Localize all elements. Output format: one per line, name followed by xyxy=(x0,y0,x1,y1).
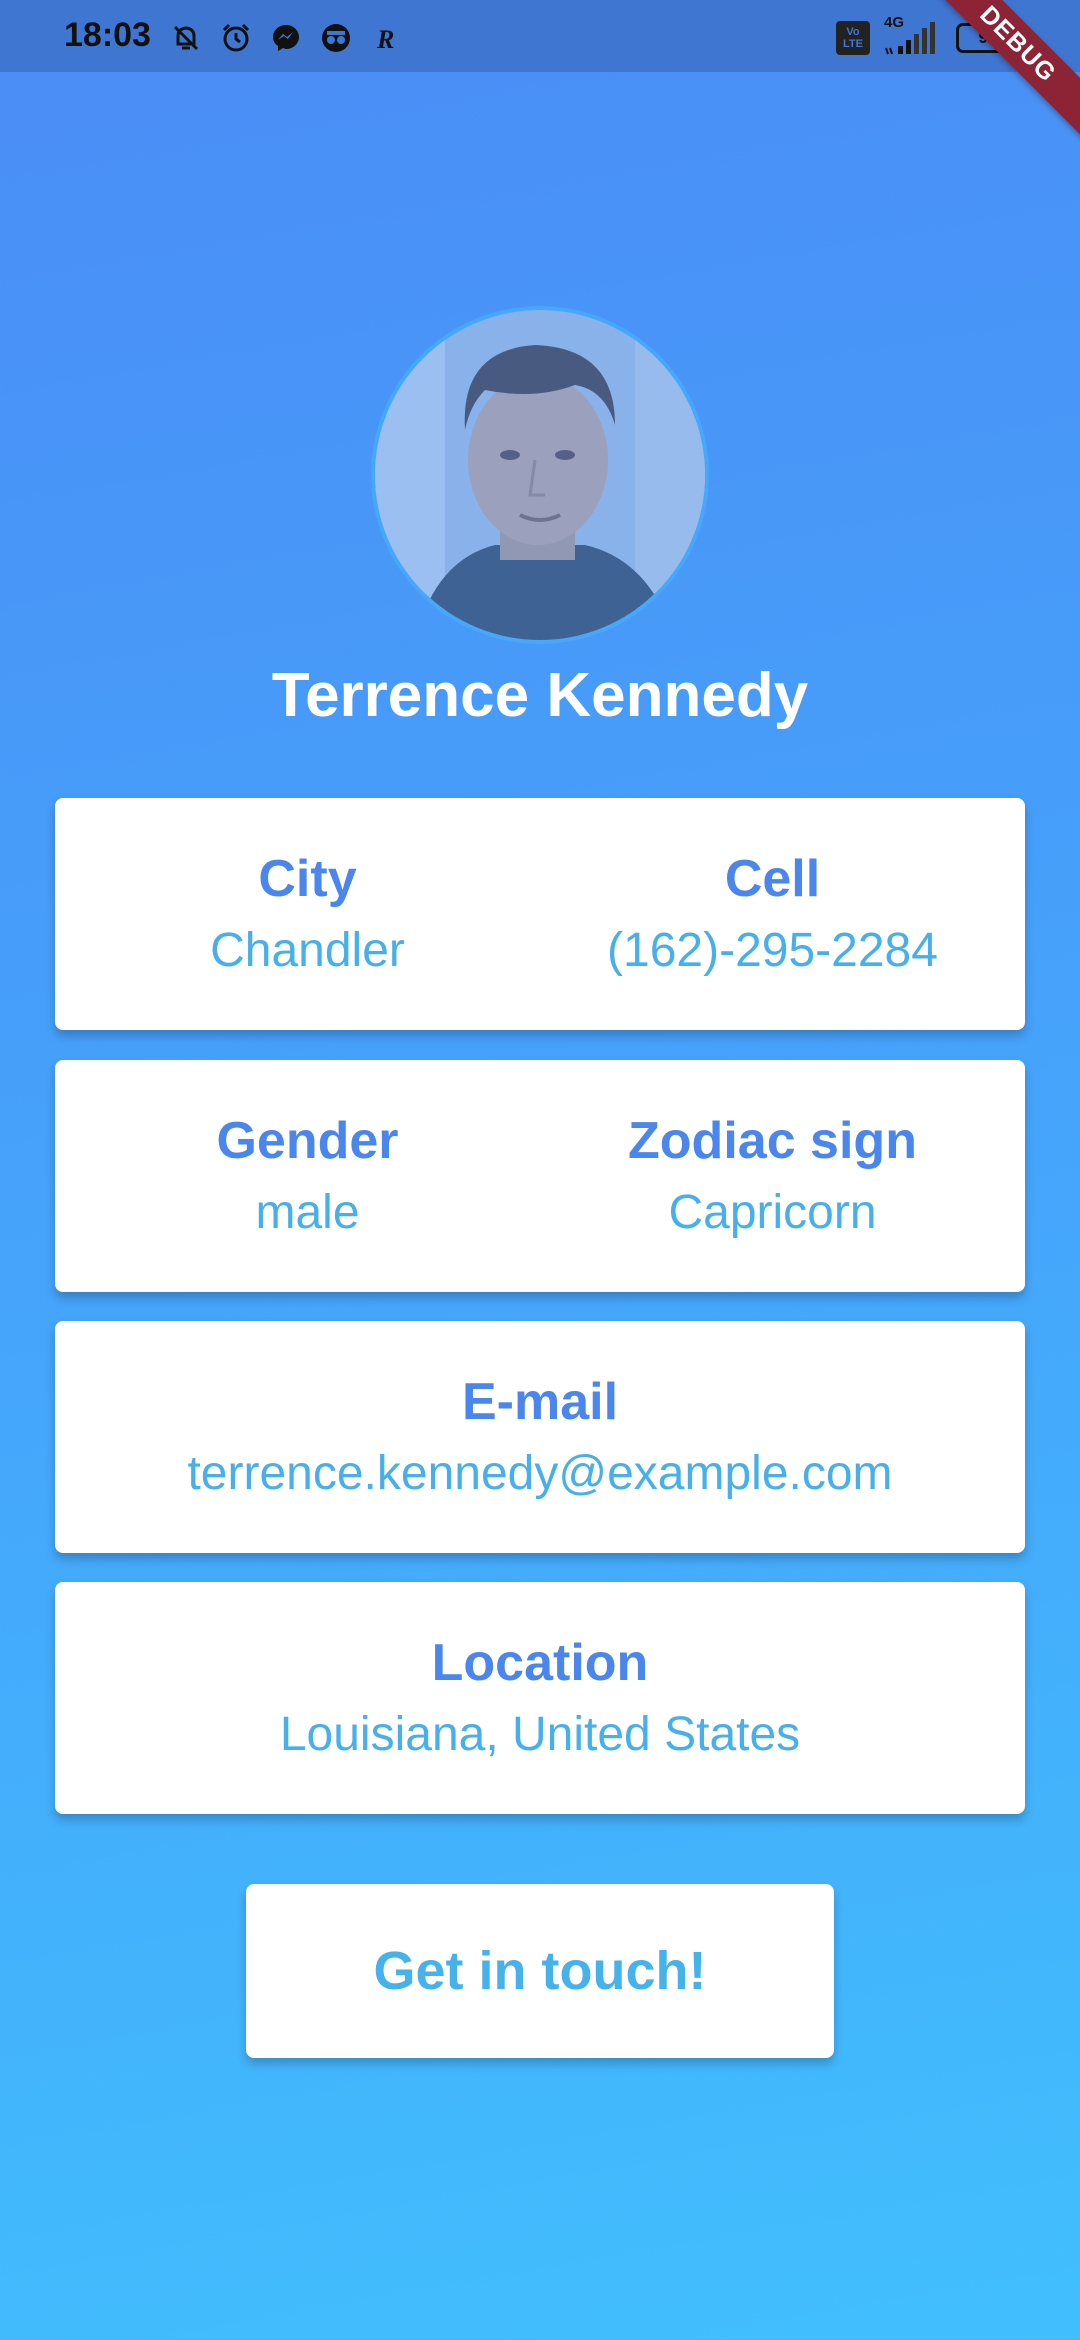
email-card: E-mail terrence.kennedy@example.com xyxy=(55,1321,1025,1553)
zodiac-value: Capricorn xyxy=(668,1186,877,1239)
email-value: terrence.kennedy@example.com xyxy=(187,1447,893,1500)
get-in-touch-button[interactable]: Get in touch! xyxy=(246,1884,834,2058)
avatar-photo xyxy=(375,310,705,640)
city-cell-card: City Chandler Cell (162)-295-2284 xyxy=(55,798,1025,1030)
gender-zodiac-card: Gender male Zodiac sign Capricorn xyxy=(55,1060,1025,1292)
gender-column: Gender male xyxy=(55,1110,560,1244)
location-card: Location Louisiana, United States xyxy=(55,1582,1025,1814)
status-left-icons: R xyxy=(168,20,404,56)
location-column: Location Louisiana, United States xyxy=(55,1632,1025,1766)
cell-value: (162)-295-2284 xyxy=(607,924,938,977)
location-label: Location xyxy=(431,1634,649,1692)
bell-muted-icon xyxy=(168,20,204,56)
city-value: Chandler xyxy=(210,924,405,977)
city-label: City xyxy=(258,850,357,908)
zodiac-column: Zodiac sign Capricorn xyxy=(520,1110,1025,1244)
signal-icon: 4G xyxy=(882,14,944,58)
network-type: 4G xyxy=(884,14,905,31)
city-column: City Chandler xyxy=(55,848,560,982)
gender-label: Gender xyxy=(216,1112,399,1170)
status-bar: 18:03 R Vo LTE 4G xyxy=(0,0,1080,72)
avatar xyxy=(375,310,705,640)
cell-column: Cell (162)-295-2284 xyxy=(520,848,1025,982)
messenger-icon xyxy=(268,20,304,56)
profile-name: Terrence Kennedy xyxy=(271,661,809,730)
gender-value: male xyxy=(255,1186,360,1239)
email-column: E-mail terrence.kennedy@example.com xyxy=(55,1371,1025,1505)
r-app-icon: R xyxy=(368,20,404,56)
zodiac-label: Zodiac sign xyxy=(628,1112,917,1170)
cell-label: Cell xyxy=(724,850,821,908)
volte-icon: Vo LTE xyxy=(836,21,870,55)
status-time: 18:03 xyxy=(64,16,151,54)
volte-bottom: LTE xyxy=(843,38,863,50)
volte-top: Vo xyxy=(846,26,860,38)
incognito-icon xyxy=(318,20,354,56)
email-label: E-mail xyxy=(461,1373,619,1431)
alarm-icon xyxy=(218,20,254,56)
svg-text:R: R xyxy=(376,25,394,54)
location-value: Louisiana, United States xyxy=(279,1708,801,1761)
